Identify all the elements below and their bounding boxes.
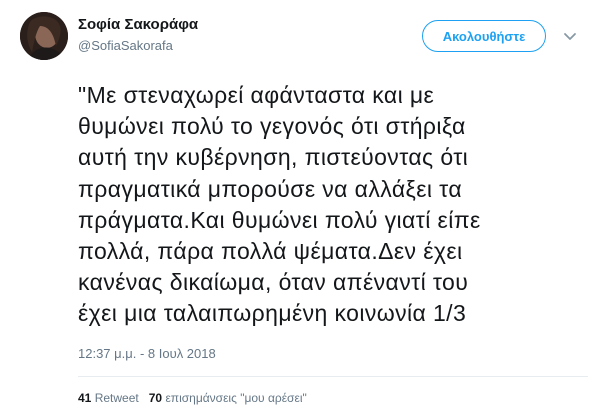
- likes-count: 70: [148, 391, 163, 405]
- retweets-stat[interactable]: 41 Retweet: [78, 391, 139, 405]
- tweet-text-line: έχει μια ταλαιπωρημένη κοινωνία 1/3: [78, 300, 467, 327]
- likes-stat[interactable]: 70 επισημάνσεις "μου αρέσει": [149, 391, 307, 405]
- follow-button[interactable]: Ακολουθήστε: [422, 20, 546, 52]
- tweet-text-line: κανένας δικαίωμα, όταν απέναντί του: [78, 269, 469, 296]
- display-name[interactable]: Σοφία Σακοράφα: [78, 16, 198, 33]
- avatar[interactable]: [20, 12, 68, 60]
- tweet-text-line: αυτή την κυβέρνηση, πιστεύοντας ότι: [78, 144, 469, 171]
- likes-label: επισημάνσεις "μου αρέσει": [165, 391, 307, 405]
- avatar-image: [20, 12, 68, 60]
- tweet-text-line: πραγματικά μπορούσε να αλλάξει τα: [78, 175, 463, 202]
- engagement-stats: 41 Retweet 70 επισημάνσεις "μου αρέσει": [78, 391, 307, 405]
- tweet-timestamp[interactable]: 12:37 μ.μ. - 8 Ιουλ 2018: [78, 346, 216, 361]
- retweets-label: Retweet: [94, 391, 139, 405]
- divider: [78, 376, 588, 377]
- username-handle[interactable]: @SofiaSakorafa: [78, 38, 173, 53]
- chevron-down-icon[interactable]: [562, 28, 578, 44]
- tweet-text-line: πολλά, πάρα πολλά ψέματα.Δεν έχει: [78, 238, 463, 265]
- tweet-text: "Με στεναχωρεί αφάνταστα και με θυμώνει …: [78, 80, 588, 330]
- tweet-card: Σοφία Σακοράφα @SofiaSakorafa Ακολουθήστ…: [0, 0, 608, 415]
- tweet-text-line: "Με στεναχωρεί αφάνταστα και με: [78, 82, 435, 108]
- retweets-count: 41: [78, 391, 92, 405]
- tweet-text-line: πράγματα.Και θυμώνει πολύ γιατί είπε: [78, 206, 481, 233]
- tweet-text-line: θυμώνει πολύ το γεγονός ότι στήριξα: [78, 113, 466, 140]
